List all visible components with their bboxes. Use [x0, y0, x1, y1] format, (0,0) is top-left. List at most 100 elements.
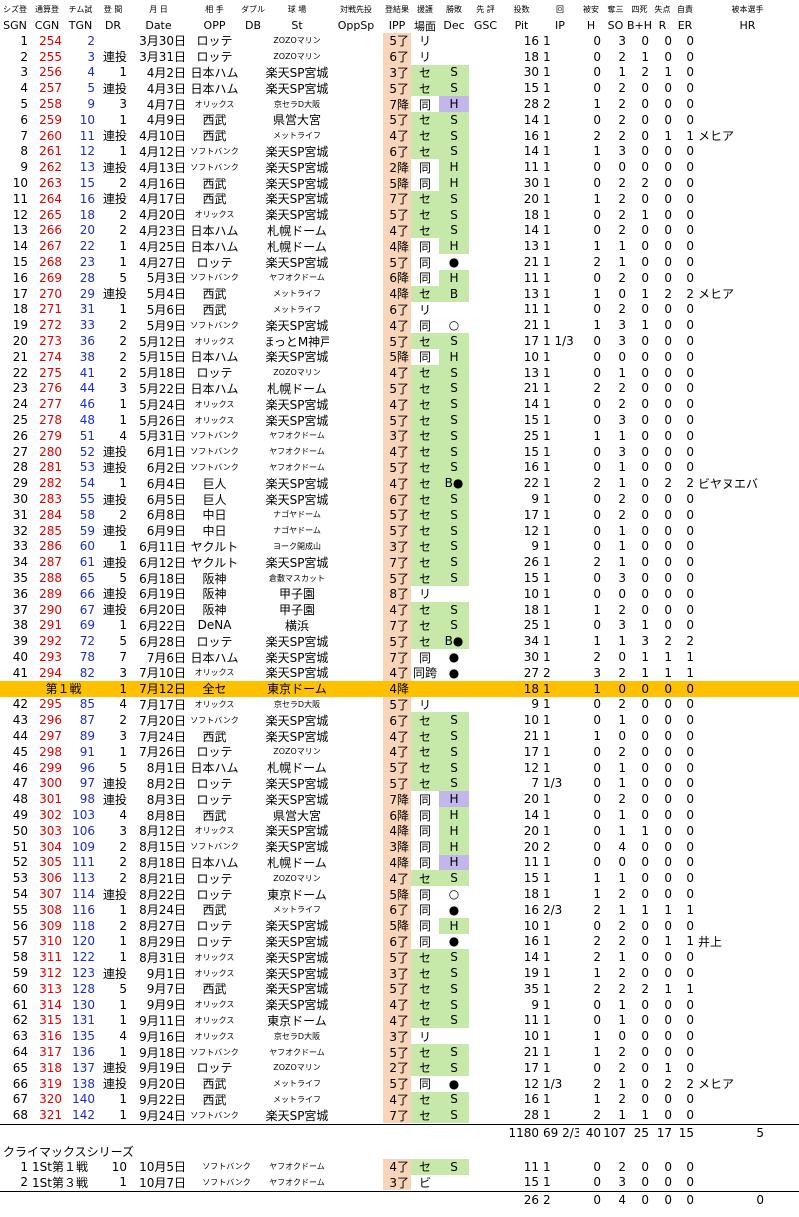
cell-ipp: 5了: [383, 1044, 411, 1060]
cell-earned-runs: 0: [686, 713, 694, 728]
cell-date: 9月22日: [139, 1093, 186, 1107]
cell-db: [241, 807, 265, 823]
table-row: 20 273 36 2 5月12日 オリックス ほっとM神戸 5了セ S 17 1 1/3 0 3 0 0 0: [0, 333, 799, 349]
cell-cgn: 273: [39, 334, 62, 349]
cell-decision: H: [439, 807, 469, 823]
cell-opp: オリックス: [194, 826, 235, 836]
cell-gsc: [469, 1159, 502, 1175]
table-row: 18 271 31 1 5月6日 西武 メットライフ 6了リ 11 1 0 2 0 0 0: [0, 301, 799, 318]
cell-sgn: 63: [12, 1029, 28, 1044]
cell-stadium: 楽天SP宮城: [265, 729, 329, 744]
cell-tgn: 18: [79, 207, 95, 222]
cell-pitches: 14: [523, 144, 539, 159]
cell-strikeouts: 2: [618, 381, 626, 396]
cell-walks: 0: [641, 191, 649, 206]
cell-date: 5月24日: [139, 397, 186, 412]
cell-tgn: 122: [72, 950, 95, 965]
cell-date: 7月17日: [139, 698, 186, 712]
cell-tgn: 4: [87, 65, 95, 80]
cell-ipp: 5了: [383, 570, 411, 586]
cell-strikeouts: 1: [618, 428, 626, 443]
cell-earned-runs: 0: [686, 381, 694, 396]
table-row: 25 278 48 1 5月26日 オリックス 楽天SP宮城 5了セ S 15 1 0 3 0 0 0: [0, 412, 799, 428]
cell-cgn: 318: [39, 1060, 62, 1075]
cell-date: 7月10日: [139, 666, 186, 681]
cell-db: [241, 333, 265, 349]
cell-date: 6月28日: [139, 634, 186, 649]
cell-ipp: 7了: [383, 554, 411, 571]
cell-date: 10月5日: [139, 1160, 186, 1175]
cell-date: 9月16日: [139, 1029, 186, 1044]
cell-stadium: 楽天SP宮城: [265, 208, 329, 223]
cell-tgn: 78: [79, 650, 95, 665]
cell-walks: 1: [641, 286, 649, 301]
cell-hr-batter: [696, 396, 799, 412]
cell-strikeouts: 3: [618, 618, 626, 633]
cell-db: [241, 207, 265, 223]
cell-stadium: ヤフオクドーム: [269, 462, 325, 472]
cell-hr-batter: [696, 381, 799, 397]
cell-hr-batter: [696, 918, 799, 934]
cell-dr: 3: [119, 381, 127, 396]
cell-runs: 0: [664, 966, 672, 981]
cell-walks: 0: [641, 776, 649, 791]
cell-date: 4月20日: [139, 208, 186, 223]
cell-decision: H: [439, 96, 469, 112]
cell-ip: 2: [543, 839, 551, 854]
table-row: 5 258 9 3 4月7日 オリックス 京セラD大阪 7降同 H 28 2 1 2 0 0 0: [0, 96, 799, 112]
cell-walks: 3: [641, 634, 649, 649]
cell-decision: S: [439, 1107, 469, 1124]
cell-walks: 1: [641, 318, 649, 333]
table-row: 3 256 4 1 4月2日 日本ハム 楽天SP宮城 3了セ S 30 1 0 1 2 1 0: [0, 64, 799, 81]
cell-walks: 0: [641, 697, 649, 712]
cell-ipp: 3了: [383, 538, 411, 555]
cell-hits: 0: [593, 1159, 601, 1174]
cell-hits: 0: [593, 539, 601, 554]
cell-cgn: 285: [39, 523, 62, 538]
cell-pitches: 11: [523, 302, 539, 317]
cell-cgn: 277: [39, 397, 62, 412]
table-row: 66 319 138 連投 9月20日 西武 メットライフ 5了同 ● 12 1/3 2 1 0 2 2 メヒア: [0, 1075, 799, 1092]
header-hr-batter: HR: [739, 19, 756, 32]
total-5: 0: [664, 1193, 672, 1208]
cell-sgn: 59: [12, 966, 28, 981]
cell-tgn: 58: [79, 507, 95, 522]
cell-pitches: 22: [523, 476, 539, 491]
cell-opp-sp: [329, 1175, 383, 1191]
cell-stadium: 東京ドーム: [267, 887, 327, 902]
cell-dr: 2: [119, 207, 127, 222]
cell-opp-sp: [329, 412, 383, 428]
header-walks: B+H: [628, 19, 651, 32]
cell-runs: 0: [664, 1029, 672, 1044]
cell-hr-batter: メヒア: [698, 1077, 735, 1092]
cell-stadium: 楽天SP宮城: [265, 318, 329, 333]
cell-sgn: 15: [12, 255, 28, 270]
cell-walks: 0: [641, 855, 649, 870]
cell-walks: 0: [641, 444, 649, 459]
cell-tgn: 67: [79, 602, 95, 617]
cell-runs: 0: [664, 270, 672, 285]
cell-tgn: 54: [79, 476, 95, 491]
cell-date: 6月9日: [146, 524, 186, 539]
cell-hits: 1: [593, 634, 601, 649]
cell-pitches: 14: [523, 223, 539, 238]
total-7: 5: [756, 1126, 764, 1141]
cell-strikeouts: 2: [618, 665, 626, 680]
cell-ip: 1: [543, 871, 551, 886]
cell-situation: 同: [418, 808, 431, 823]
cell-earned-runs: 0: [686, 729, 694, 744]
cell-opp: ロッテ: [196, 887, 233, 902]
cell-dr: 1: [119, 397, 127, 412]
cell-opp: ソフトバンク: [190, 320, 239, 330]
cell-sgn: 54: [12, 887, 28, 902]
cell-strikeouts: 0: [618, 650, 626, 665]
header-db: DB: [244, 19, 262, 32]
cell-db: [241, 1107, 265, 1123]
cell-walks: 0: [641, 1045, 649, 1060]
climax-totals-row: 26 2 0 4 0 0 0 0: [0, 1192, 799, 1208]
cell-strikeouts: 0: [618, 160, 626, 175]
cell-gsc: [469, 159, 502, 175]
cell-opp: ソフトバンク: [190, 447, 239, 457]
cell-date: 6月22日: [139, 619, 186, 633]
cell-opp: ロッテ: [196, 935, 233, 949]
